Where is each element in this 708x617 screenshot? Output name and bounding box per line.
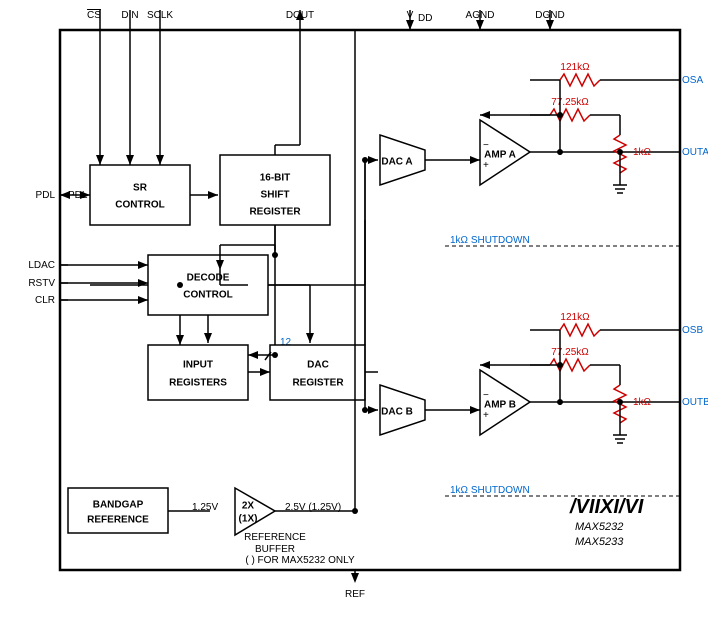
svg-text:MAX5233: MAX5233 <box>575 536 624 548</box>
svg-text:PDL: PDL <box>36 190 56 201</box>
svg-text:REGISTERS: REGISTERS <box>169 378 227 389</box>
svg-text:INPUT: INPUT <box>183 360 213 371</box>
svg-text:CS: CS <box>87 10 101 21</box>
svg-text:121kΩ: 121kΩ <box>560 62 590 73</box>
svg-text:CONTROL: CONTROL <box>183 290 232 301</box>
svg-text:+: + <box>483 410 489 421</box>
svg-text:V: V <box>407 10 414 21</box>
svg-text:REF: REF <box>345 589 365 600</box>
svg-text:AMP B: AMP B <box>484 400 516 411</box>
svg-text:BUFFER: BUFFER <box>255 544 295 555</box>
svg-text:SR: SR <box>133 183 148 194</box>
svg-text:REGISTER: REGISTER <box>292 378 344 389</box>
svg-text:AMP A: AMP A <box>484 150 516 161</box>
svg-text:CLR: CLR <box>35 295 55 306</box>
svg-text:−: − <box>483 140 489 151</box>
svg-text:LDAC: LDAC <box>28 260 55 271</box>
svg-text:/VIIXI/VI: /VIIXI/VI <box>569 496 644 518</box>
svg-text:DIN: DIN <box>121 10 138 21</box>
svg-text:RSTV: RSTV <box>28 278 55 289</box>
svg-text:DECODE: DECODE <box>187 273 230 284</box>
svg-text:REFERENCE: REFERENCE <box>87 515 149 526</box>
svg-text:77.25kΩ: 77.25kΩ <box>551 347 589 358</box>
svg-text:+: + <box>483 160 489 171</box>
svg-text:(1X): (1X) <box>239 514 258 525</box>
svg-text:OUTB: OUTB <box>682 397 708 408</box>
svg-text:REFERENCE: REFERENCE <box>244 532 306 543</box>
svg-text:MAX5232: MAX5232 <box>575 521 623 533</box>
svg-text:1kΩ: 1kΩ <box>633 397 652 408</box>
svg-text:DGND: DGND <box>535 10 564 21</box>
svg-text:SCLK: SCLK <box>147 10 173 21</box>
svg-text:2X: 2X <box>242 501 255 512</box>
svg-text:AGND: AGND <box>466 10 495 21</box>
svg-text:−: − <box>483 390 489 401</box>
svg-text:121kΩ: 121kΩ <box>560 312 590 323</box>
svg-text:DAC: DAC <box>307 360 329 371</box>
svg-text:PDL: PDL <box>68 190 88 201</box>
svg-text:CONTROL: CONTROL <box>115 200 164 211</box>
svg-text:1kΩ: 1kΩ <box>633 147 652 158</box>
svg-text:( ) FOR MAX5232 ONLY: ( ) FOR MAX5232 ONLY <box>245 555 355 566</box>
svg-text:DOUT: DOUT <box>286 10 314 21</box>
svg-text:DAC B: DAC B <box>381 407 413 418</box>
svg-text:OUTA: OUTA <box>682 147 708 158</box>
svg-text:REGISTER: REGISTER <box>249 207 301 218</box>
svg-text:BANDGAP: BANDGAP <box>93 500 144 511</box>
svg-text:DD: DD <box>418 13 432 24</box>
svg-text:OSB: OSB <box>682 325 703 336</box>
svg-text:1kΩ SHUTDOWN: 1kΩ SHUTDOWN <box>450 485 530 496</box>
svg-text:1kΩ SHUTDOWN: 1kΩ SHUTDOWN <box>450 235 530 246</box>
block-diagram: CS DIN SCLK DOUT V DD AGND DGND <box>0 0 708 617</box>
svg-text:77.25kΩ: 77.25kΩ <box>551 97 589 108</box>
svg-text:SHIFT: SHIFT <box>261 190 290 201</box>
svg-text:OSA: OSA <box>682 75 703 86</box>
svg-text:DAC A: DAC A <box>381 157 412 168</box>
svg-text:16-BIT: 16-BIT <box>260 173 291 184</box>
